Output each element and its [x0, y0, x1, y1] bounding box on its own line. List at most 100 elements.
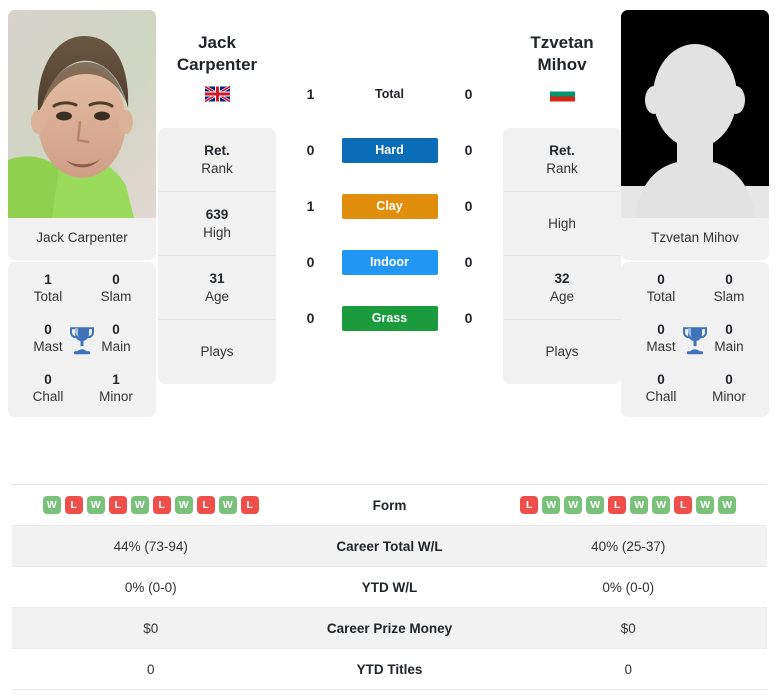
head-to-head-list: 1 Total 0 0 Hard 0 1 Clay 0 0 Indoor 0 0…	[276, 10, 503, 346]
comparison-top-section: Jack Carpenter 1 Total 0 Slam 0 Mast 0 M…	[0, 0, 779, 478]
right-form-cell: LWWWLWWLWW	[490, 496, 768, 514]
left-titles-slam-label: Slam	[100, 289, 132, 305]
left-form-badge-4[interactable]: W	[130, 496, 149, 514]
left-player-photo-column: Jack Carpenter 1 Total 0 Slam 0 Mast 0 M…	[8, 10, 158, 418]
head-to-head-column: 1 Total 0 0 Hard 0 1 Clay 0 0 Indoor 0 0…	[276, 10, 503, 346]
h2h-indoor-right-score: 0	[464, 254, 473, 270]
h2h-indoor-left-score: 0	[306, 254, 315, 270]
right-info-age: 32 Age	[503, 256, 621, 321]
right-titles-minor: 0 Minor	[695, 372, 763, 406]
trophy-icon	[70, 327, 94, 355]
right-info-plays: Plays	[503, 320, 621, 384]
table-row-career-prize-money: $0 Career Prize Money $0	[12, 608, 767, 649]
right-career-prize-money: $0	[620, 620, 636, 636]
right-player-photo	[621, 10, 769, 218]
left-player-info-card: Ret. Rank 639 High 31 Age Plays	[158, 128, 276, 385]
right-titles-total: 0 Total	[627, 272, 695, 306]
right-form-badge-1[interactable]: W	[542, 496, 561, 514]
right-form-badge-6[interactable]: W	[652, 496, 671, 514]
left-titles-grid: 1 Total 0 Slam 0 Mast 0 Main 0 Chall 1 M…	[14, 272, 150, 405]
right-player-name-line1: Tzvetan	[530, 33, 594, 52]
left-titles-total: 1 Total	[14, 272, 82, 306]
right-titles-chall-value: 0	[657, 371, 665, 387]
right-form-badge-2[interactable]: W	[564, 496, 583, 514]
right-player-identity-column: Tzvetan Mihov Ret. Rank High 32 Age Play…	[503, 10, 621, 385]
right-info-age-label: Age	[549, 288, 575, 304]
right-form-badge-8[interactable]: W	[696, 496, 715, 514]
left-form-badge-6[interactable]: W	[174, 496, 193, 514]
left-career-prize-money: $0	[143, 620, 159, 636]
right-info-rank-value: Ret.	[549, 143, 575, 159]
left-player-photo-card[interactable]: Jack Carpenter	[8, 10, 156, 261]
right-form-badge-3[interactable]: W	[586, 496, 605, 514]
comparison-stats-table: WLWLWLWLWL Form LWWWLWWLWW 44% (73-94) C…	[12, 484, 767, 690]
right-form-strip: LWWWLWWLWW	[520, 496, 737, 514]
h2h-clay-surface: Clay	[340, 193, 440, 219]
h2h-indoor-surface: Indoor	[340, 249, 440, 275]
left-player-name[interactable]: Jack Carpenter	[158, 10, 276, 76]
right-form-badge-0[interactable]: L	[520, 496, 539, 514]
right-info-high-label: High	[548, 215, 576, 231]
left-titles-slam: 0 Slam	[82, 272, 150, 306]
table-row-form: WLWLWLWLWL Form LWWWLWWLWW	[12, 485, 767, 526]
left-player-name-line2: Carpenter	[176, 55, 258, 75]
left-form-badge-2[interactable]: W	[86, 496, 105, 514]
right-form-badge-7[interactable]: L	[674, 496, 693, 514]
table-row-ytd-titles: 0 YTD Titles 0	[12, 649, 767, 690]
right-info-rank-label: Rank	[546, 160, 578, 176]
right-player-name-line2: Mihov	[537, 55, 587, 75]
surface-badge-grass[interactable]: Grass	[341, 305, 438, 331]
right-player-name[interactable]: Tzvetan Mihov	[503, 10, 621, 76]
left-form-badge-8[interactable]: W	[218, 496, 237, 514]
right-form-badge-9[interactable]: W	[718, 496, 737, 514]
table-row-career-prize-money-label: Career Prize Money	[326, 620, 453, 636]
left-titles-minor-label: Minor	[99, 388, 133, 404]
left-info-rank-label: Rank	[201, 160, 233, 176]
left-info-rank: Ret. Rank	[158, 128, 276, 193]
left-flag-wrap	[158, 86, 276, 103]
left-titles-total-label: Total	[33, 289, 63, 305]
h2h-hard-right-score: 0	[464, 142, 473, 158]
h2h-grass-surface: Grass	[340, 305, 440, 331]
left-form-badge-9[interactable]: L	[240, 496, 259, 514]
h2h-clay-left-score: 1	[306, 198, 315, 214]
left-info-age-label: Age	[204, 288, 230, 304]
right-titles-slam-label: Slam	[713, 289, 745, 305]
left-player-identity-column: Jack Carpenter Ret. Rank 639 High 31 Age…	[158, 10, 276, 385]
h2h-row-clay: 1 Clay 0	[276, 178, 503, 234]
left-form-badge-5[interactable]: L	[152, 496, 171, 514]
h2h-total-surface: Total	[340, 87, 440, 101]
left-form-badge-7[interactable]: L	[196, 496, 215, 514]
h2h-grass-right-score: 0	[464, 310, 473, 326]
left-player-titles-card: 1 Total 0 Slam 0 Mast 0 Main 0 Chall 1 M…	[8, 262, 156, 418]
right-titles-chall: 0 Chall	[627, 372, 695, 406]
right-form-badge-5[interactable]: W	[630, 496, 649, 514]
right-info-age-value: 32	[554, 271, 570, 287]
right-titles-total-value: 0	[657, 272, 665, 288]
h2h-row-indoor: 0 Indoor 0	[276, 234, 503, 290]
right-ytd-titles: 0	[624, 661, 632, 677]
right-player-photo-card[interactable]: Tzvetan Mihov	[621, 10, 769, 261]
h2h-grass-left-score: 0	[306, 310, 315, 326]
left-form-badge-3[interactable]: L	[108, 496, 127, 514]
surface-badge-clay[interactable]: Clay	[341, 193, 438, 219]
left-ytd-titles: 0	[146, 661, 155, 677]
surface-badge-indoor[interactable]: Indoor	[341, 249, 438, 275]
h2h-total-label: Total	[375, 87, 404, 101]
right-ytd-wl: 0% (0-0)	[602, 579, 655, 595]
left-player-photo-caption: Jack Carpenter	[36, 230, 128, 245]
left-form-badge-1[interactable]: L	[64, 496, 83, 514]
right-player-info-card: Ret. Rank High 32 Age Plays	[503, 128, 621, 385]
right-career-total-wl: 40% (25-37)	[591, 538, 666, 554]
table-row-ytd-titles-label: YTD Titles	[356, 661, 423, 677]
left-form-strip: WLWLWLWLWL	[42, 496, 259, 514]
left-form-badge-0[interactable]: W	[42, 496, 61, 514]
h2h-total-right-score: 0	[464, 86, 473, 102]
left-titles-minor: 1 Minor	[82, 372, 150, 406]
surface-badge-hard[interactable]: Hard	[341, 137, 438, 163]
left-career-total-wl: 44% (73-94)	[113, 538, 188, 554]
united-kingdom-flag-icon	[204, 86, 230, 103]
right-form-badge-4[interactable]: L	[608, 496, 627, 514]
right-titles-chall-label: Chall	[645, 388, 677, 404]
h2h-row-total: 1 Total 0	[276, 66, 503, 122]
